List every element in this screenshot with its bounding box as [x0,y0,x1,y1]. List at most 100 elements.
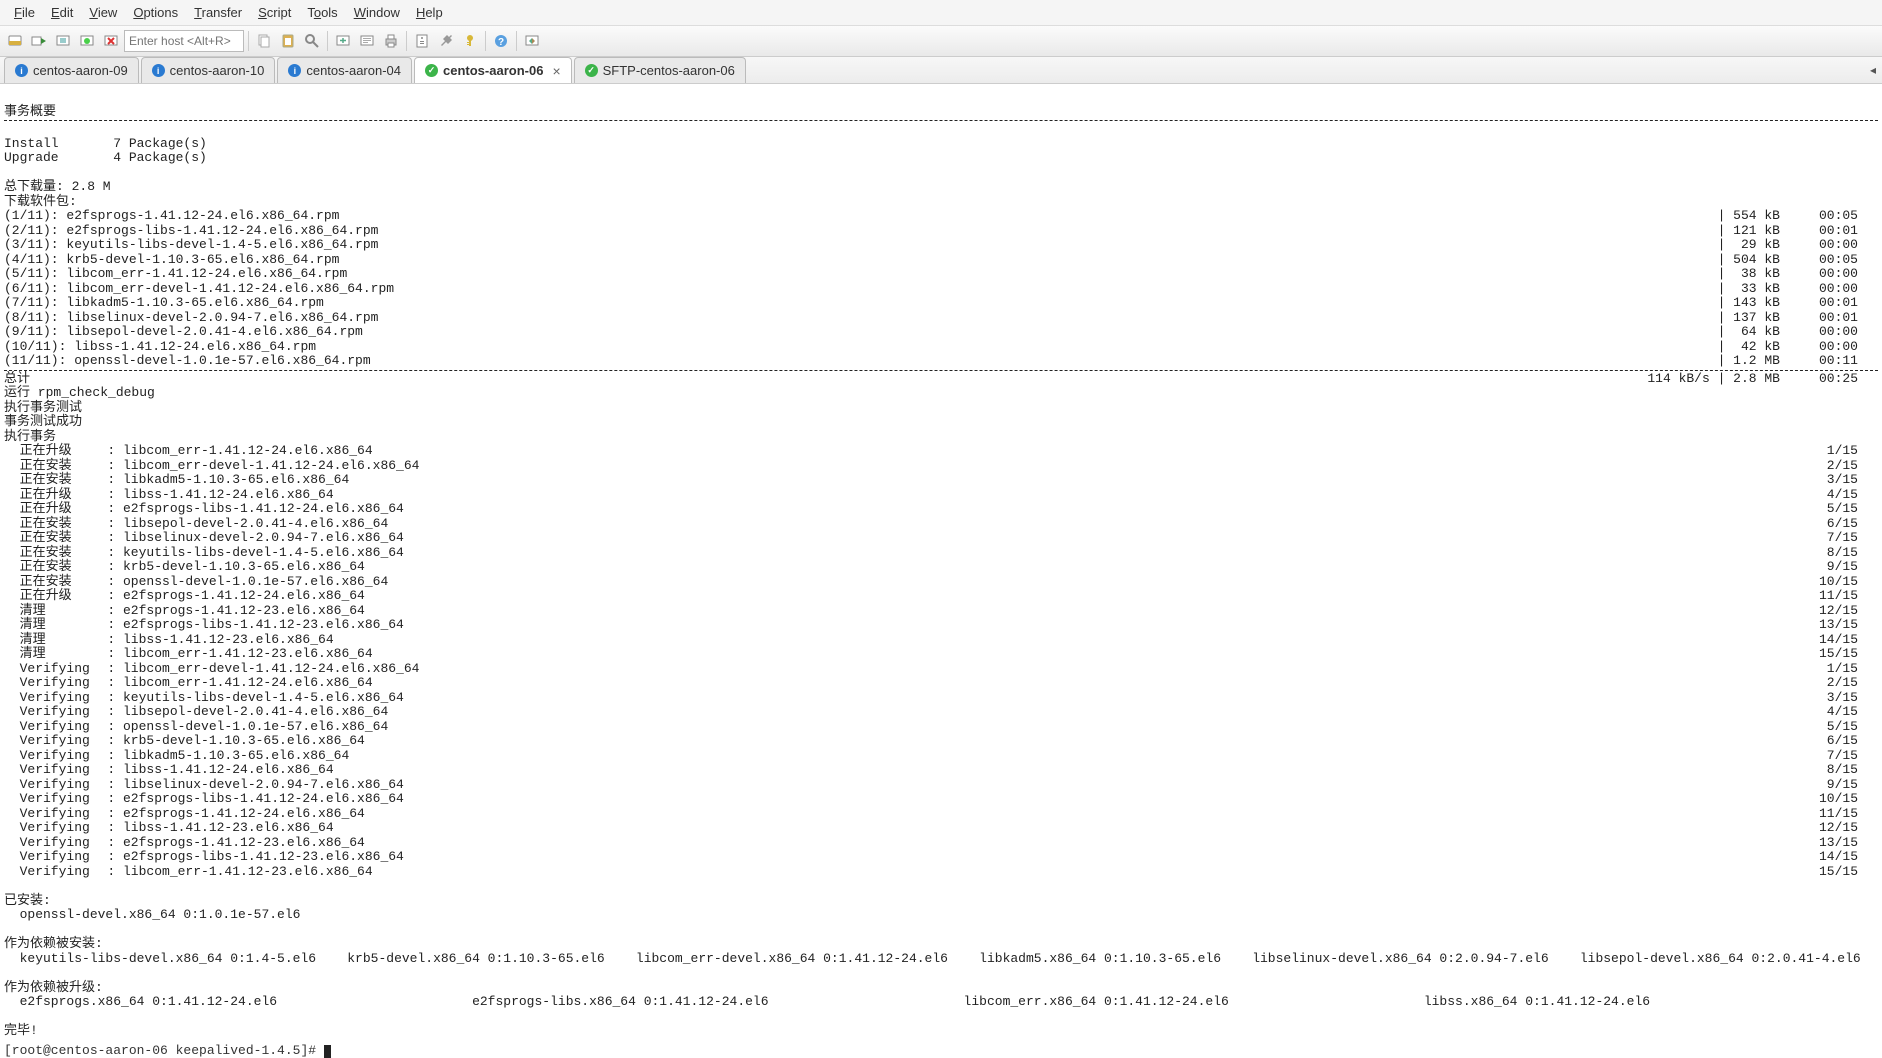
options-icon[interactable] [435,30,457,52]
action-row: 清理 : e2fsprogs-libs-1.41.12-23.el6.x86_6… [4,618,1878,633]
menu-bar: File Edit View Options Transfer Script T… [0,0,1882,26]
action-row: Verifying : e2fsprogs-1.41.12-23.el6.x86… [4,836,1878,851]
action-row: Verifying : keyutils-libs-devel-1.4-5.el… [4,691,1878,706]
action-row: 正在安装 : libselinux-devel-2.0.94-7.el6.x86… [4,531,1878,546]
sftp-icon[interactable] [521,30,543,52]
action-row: 正在升级 : libcom_err-1.41.12-24.el6.x86_641… [4,444,1878,459]
download-header: 下载软件包: [4,194,77,209]
rpm-check: 运行 rpm_check_debug [4,385,155,400]
action-row: Verifying : libcom_err-1.41.12-24.el6.x8… [4,676,1878,691]
total-rate: 总计114 kB/s | 2.8 MB 00:25 [4,372,1878,387]
action-row: Verifying : e2fsprogs-libs-1.41.12-24.el… [4,792,1878,807]
download-row: (4/11): krb5-devel-1.10.3-65.el6.x86_64.… [4,253,1878,268]
info-icon: i [15,64,28,77]
done: 完毕! [4,1023,38,1038]
tab-centos-aaron-04[interactable]: i centos-aaron-04 [277,57,412,83]
download-row: (5/11): libcom_err-1.41.12-24.el6.x86_64… [4,267,1878,282]
run-test: 执行事务测试 [4,400,82,415]
paste-icon[interactable] [277,30,299,52]
action-row: 正在升级 : libss-1.41.12-24.el6.x86_644/15 [4,488,1878,503]
connect-icon[interactable] [4,30,26,52]
print-icon[interactable] [380,30,402,52]
action-row: Verifying : libcom_err-1.41.12-23.el6.x8… [4,865,1878,880]
tab-bar: icentos-aaron-09icentos-aaron-10icentos-… [0,57,1882,84]
disconnect-icon[interactable] [100,30,122,52]
download-row: (6/11): libcom_err-devel-1.41.12-24.el6.… [4,282,1878,297]
toolbar: ? [0,26,1882,57]
action-row: 正在安装 : openssl-devel-1.0.1e-57.el6.x86_6… [4,575,1878,590]
properties-icon[interactable] [411,30,433,52]
download-row: (8/11): libselinux-devel-2.0.94-7.el6.x8… [4,311,1878,326]
copy-icon[interactable] [253,30,275,52]
dep-upgrade-header: 作为依赖被升级: [4,980,103,995]
dep-install-header: 作为依赖被安装: [4,936,103,951]
reconnect-all-icon[interactable] [76,30,98,52]
tab-overflow-icon[interactable]: ◂ [1870,63,1876,77]
reconnect-icon[interactable] [52,30,74,52]
menu-transfer[interactable]: Transfer [186,2,250,23]
menu-view[interactable]: View [81,2,125,23]
menu-tools[interactable]: Tools [299,2,345,23]
action-row: Verifying : e2fsprogs-libs-1.41.12-23.el… [4,850,1878,865]
download-row: (10/11): libss-1.41.12-24.el6.x86_64.rpm… [4,340,1878,355]
tab-label: SFTP-centos-aaron-06 [603,63,735,78]
install-count: Install 7 Package(s) [4,136,207,151]
action-row: Verifying : libkadm5-1.10.3-65.el6.x86_6… [4,749,1878,764]
tab-centos-aaron-10[interactable]: icentos-aaron-10 [141,57,276,83]
menu-edit[interactable]: Edit [43,2,81,23]
action-row: Verifying : libss-1.41.12-24.el6.x86_648… [4,763,1878,778]
terminal-output[interactable]: 事务概要 Install 7 Package(s) Upgrade 4 Pack… [0,84,1882,1043]
help-icon[interactable]: ? [490,30,512,52]
action-row: 正在升级 : e2fsprogs-libs-1.41.12-24.el6.x86… [4,502,1878,517]
action-row: 正在升级 : e2fsprogs-1.41.12-24.el6.x86_6411… [4,589,1878,604]
host-input[interactable] [124,30,244,52]
installed-header: 已安装: [4,893,51,908]
menu-options[interactable]: Options [125,2,186,23]
download-row: (9/11): libsepol-devel-2.0.41-4.el6.x86_… [4,325,1878,340]
info-icon: i [288,64,301,77]
find-icon[interactable] [301,30,323,52]
quick-connect-icon[interactable] [28,30,50,52]
new-session-icon[interactable] [332,30,354,52]
run-tx: 执行事务 [4,429,56,444]
tab-SFTP-centos-aaron-06[interactable]: ✓ SFTP-centos-aaron-06 [574,57,746,83]
action-row: 清理 : libcom_err-1.41.12-23.el6.x86_6415/… [4,647,1878,662]
dep-install-list: keyutils-libs-devel.x86_64 0:1.4-5.el6 k… [4,951,1861,966]
action-row: Verifying : libselinux-devel-2.0.94-7.el… [4,778,1878,793]
action-row: Verifying : libsepol-devel-2.0.41-4.el6.… [4,705,1878,720]
download-row: (1/11): e2fsprogs-1.41.12-24.el6.x86_64.… [4,209,1878,224]
tab-label: centos-aaron-06 [443,63,543,78]
check-icon: ✓ [425,64,438,77]
download-row: (2/11): e2fsprogs-libs-1.41.12-24.el6.x8… [4,224,1878,239]
action-row: 正在安装 : libsepol-devel-2.0.41-4.el6.x86_6… [4,517,1878,532]
action-row: Verifying : e2fsprogs-1.41.12-24.el6.x86… [4,807,1878,822]
download-row: (3/11): keyutils-libs-devel-1.4-5.el6.x8… [4,238,1878,253]
test-ok: 事务测试成功 [4,414,82,429]
tab-centos-aaron-09[interactable]: icentos-aaron-09 [4,57,139,83]
menu-help[interactable]: Help [408,2,451,23]
prompt[interactable]: [root@centos-aaron-06 keepalived-1.4.5]# [0,1043,1882,1058]
keymap-icon[interactable] [459,30,481,52]
action-row: 正在安装 : keyutils-libs-devel-1.4-5.el6.x86… [4,546,1878,561]
action-row: 清理 : libss-1.41.12-23.el6.x86_6414/15 [4,633,1878,648]
check-icon: ✓ [585,64,598,77]
action-row: 正在安装 : libkadm5-1.10.3-65.el6.x86_643/15 [4,473,1878,488]
total-download: 总下载量: 2.8 M [4,179,111,194]
action-row: 清理 : e2fsprogs-1.41.12-23.el6.x86_6412/1… [4,604,1878,619]
tab-centos-aaron-06[interactable]: ✓ centos-aaron-06 × [414,57,572,83]
close-icon[interactable]: × [552,63,560,79]
action-row: Verifying : openssl-devel-1.0.1e-57.el6.… [4,720,1878,735]
log-session-icon[interactable] [356,30,378,52]
menu-script[interactable]: Script [250,2,299,23]
action-row: Verifying : krb5-devel-1.10.3-65.el6.x86… [4,734,1878,749]
menu-window[interactable]: Window [346,2,408,23]
action-row: 正在安装 : libcom_err-devel-1.41.12-24.el6.x… [4,459,1878,474]
tx-summary-header: 事务概要 [4,104,56,119]
installed-list: openssl-devel.x86_64 0:1.0.1e-57.el6 [4,907,300,922]
tab-label: centos-aaron-04 [306,63,401,78]
tab-label: centos-aaron-10 [170,63,265,78]
action-row: 正在安装 : krb5-devel-1.10.3-65.el6.x86_649/… [4,560,1878,575]
download-row: (11/11): openssl-devel-1.0.1e-57.el6.x86… [4,354,1878,369]
menu-file[interactable]: File [6,2,43,23]
download-row: (7/11): libkadm5-1.10.3-65.el6.x86_64.rp… [4,296,1878,311]
